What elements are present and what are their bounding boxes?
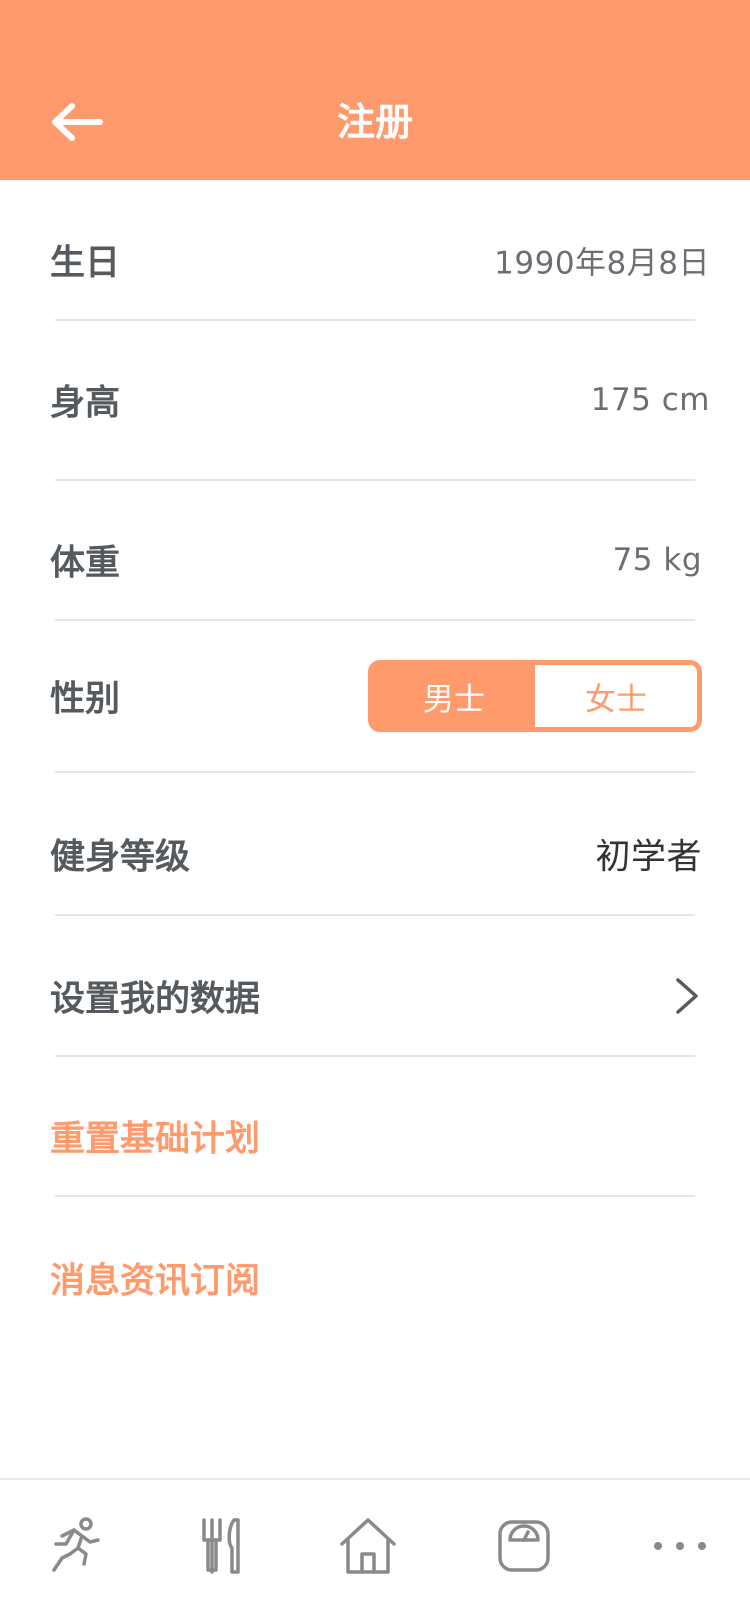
divider bbox=[55, 771, 695, 773]
news-subscription-row[interactable]: 消息资讯订阅 bbox=[0, 1218, 750, 1338]
birthday-value: 1990年8月8日 bbox=[494, 245, 710, 282]
height-label: 身高 bbox=[50, 383, 121, 424]
page-title: 注册 bbox=[336, 100, 413, 144]
reset-plan-label: 重置基础计划 bbox=[50, 1119, 261, 1160]
divider bbox=[55, 1195, 695, 1197]
height-value: 175 cm bbox=[590, 382, 710, 418]
home-icon bbox=[340, 1518, 396, 1574]
gender-option-male[interactable]: 男士 bbox=[373, 665, 535, 727]
tab-home[interactable] bbox=[328, 1508, 408, 1584]
reset-plan-row[interactable]: 重置基础计划 bbox=[0, 1076, 750, 1196]
divider bbox=[55, 619, 695, 621]
running-icon bbox=[52, 1517, 100, 1572]
news-subscription-label: 消息资讯订阅 bbox=[50, 1261, 261, 1302]
chevron-right-icon bbox=[672, 976, 702, 1016]
gender-label: 性别 bbox=[50, 679, 121, 720]
tab-scale[interactable] bbox=[484, 1508, 564, 1584]
weight-row[interactable]: 体重 75 kg bbox=[0, 500, 750, 620]
divider bbox=[55, 914, 695, 916]
divider bbox=[55, 479, 695, 481]
gender-option-female[interactable]: 女士 bbox=[535, 665, 697, 727]
tab-more[interactable] bbox=[640, 1508, 720, 1584]
fork-knife-icon bbox=[202, 1518, 240, 1574]
divider bbox=[55, 319, 695, 321]
fitness-level-row[interactable]: 健身等级 初学者 bbox=[0, 794, 750, 914]
my-data-row[interactable]: 设置我的数据 bbox=[0, 936, 750, 1056]
my-data-label: 设置我的数据 bbox=[50, 979, 261, 1020]
scale-icon bbox=[498, 1520, 550, 1572]
gender-toggle[interactable]: 男士 女士 bbox=[368, 660, 702, 732]
more-icon bbox=[654, 1542, 706, 1550]
divider bbox=[55, 1055, 695, 1057]
birthday-row[interactable]: 生日 1990年8月8日 bbox=[0, 200, 750, 320]
height-row[interactable]: 身高 175 cm bbox=[0, 340, 750, 460]
weight-value: 75 kg bbox=[612, 542, 702, 578]
tab-bar bbox=[0, 1478, 750, 1624]
header-bar: 注册 bbox=[0, 0, 750, 180]
tab-running[interactable] bbox=[34, 1508, 114, 1584]
birthday-label: 生日 bbox=[50, 243, 121, 284]
fitness-level-value: 初学者 bbox=[595, 837, 702, 878]
weight-label: 体重 bbox=[50, 543, 121, 584]
fitness-level-label: 健身等级 bbox=[50, 837, 191, 878]
tab-diet[interactable] bbox=[180, 1508, 260, 1584]
